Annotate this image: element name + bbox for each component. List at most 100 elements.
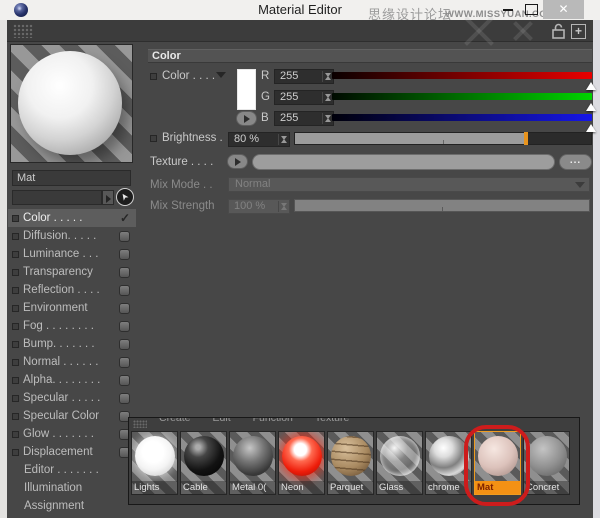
material-menu-function[interactable]: Function [253,418,293,424]
material-menu-texture[interactable]: Texture [315,418,349,424]
channel-state-button[interactable] [119,339,130,350]
slider-triangle-handle[interactable] [586,77,596,90]
spinner-icon[interactable] [278,201,288,212]
minimize-button[interactable] [498,0,518,18]
maximize-button[interactable] [521,0,541,18]
channel-state-button[interactable] [119,321,130,332]
add-icon[interactable]: + [571,24,586,39]
color-swatch[interactable] [237,69,256,110]
channel-item-illumination[interactable]: Illumination [8,479,136,497]
channel-checkbox[interactable] [12,431,19,438]
channel-label: Illumination [24,482,136,494]
brightness-value[interactable]: 80 % [228,132,290,147]
spinner-icon[interactable] [322,92,332,103]
channel-item-normal[interactable]: Normal . . . . . . [8,353,136,371]
slider-triangle-handle[interactable] [586,119,596,132]
channel-checkbox[interactable] [12,287,19,294]
rgb-value-g[interactable]: 255 [274,90,334,105]
channel-checkbox[interactable] [12,233,19,240]
channel-checkbox[interactable] [12,413,19,420]
close-button[interactable]: ✕ [543,0,584,19]
pick-cursor-button[interactable]: ➤ [116,188,134,206]
channel-state-button[interactable] [119,357,130,368]
slider-triangle-handle[interactable] [586,98,596,111]
material-tile-mat[interactable]: Mat [474,431,521,495]
preview-sphere [18,51,122,155]
channel-state-button[interactable] [119,285,130,296]
channel-state-button[interactable] [119,249,130,260]
channel-item-fog[interactable]: Fog . . . . . . . . [8,317,136,335]
channel-item-editor[interactable]: Editor . . . . . . . [8,461,136,479]
drag-grip-icon[interactable] [13,24,33,38]
channel-label: Normal . . . . . . [23,356,119,368]
channel-checkbox[interactable] [12,359,19,366]
channel-item-color[interactable]: Color . . . . .✓ [8,209,136,227]
material-tile-lights[interactable]: Lights [131,431,178,495]
spinner-icon[interactable] [322,71,332,82]
channel-checkbox[interactable] [12,305,19,312]
brightness-slider[interactable] [294,132,592,145]
slider-tick [443,140,444,144]
preview-type-combo[interactable] [12,190,102,205]
texture-browse-button[interactable]: ... [559,154,592,170]
channel-item-specular[interactable]: Specular . . . . . [8,389,136,407]
channel-checkbox[interactable] [12,269,19,276]
channel-state-button[interactable] [119,303,130,314]
brightness-checkbox[interactable] [150,135,157,142]
rgb-value-r[interactable]: 255 [274,69,334,84]
material-name-input[interactable] [12,170,131,186]
material-menu-create[interactable]: Create [159,418,191,424]
spinner-icon[interactable] [322,113,332,124]
channel-checkbox[interactable] [12,449,19,456]
channel-state-button[interactable] [119,393,130,404]
channel-state-button[interactable] [119,375,130,386]
green-gradient-slider[interactable] [332,93,592,100]
material-tile-concret[interactable]: Concret [523,431,570,495]
channel-item-environment[interactable]: Environment [8,299,136,317]
channel-item-diffusion[interactable]: Diffusion. . . . . [8,227,136,245]
material-tile-chrome[interactable]: chrome [425,431,472,495]
material-tile-metal[interactable]: Metal 0( [229,431,276,495]
channel-checkbox[interactable] [12,251,19,258]
mix-strength-value[interactable]: 100 % [228,199,290,214]
texture-arrow-button[interactable] [227,154,248,169]
material-tile-cable[interactable]: Cable [180,431,227,495]
material-tile-glass[interactable]: Glass [376,431,423,495]
channel-checkbox[interactable] [12,341,19,348]
material-editor-window: Material Editor 思缘设计论坛 WWW.MISSYUAN.COM … [0,0,600,518]
expand-arrow-button[interactable] [236,111,257,126]
material-tile-parquet[interactable]: Parquet [327,431,374,495]
channel-checkbox[interactable] [12,377,19,384]
channel-item-bump[interactable]: Bump. . . . . . . [8,335,136,353]
channel-item-transparency[interactable]: Transparency [8,263,136,281]
channel-state-button[interactable] [119,267,130,278]
combo-arrow-icon[interactable] [102,190,114,205]
channel-item-displacement[interactable]: Displacement [8,443,136,461]
channel-item-assignment[interactable]: Assignment [8,497,136,515]
material-name-label: Mat [475,481,520,494]
blue-gradient-slider[interactable] [332,114,592,121]
material-menu-edit[interactable]: Edit [213,418,231,424]
channel-item-luminance[interactable]: Luminance . . . [8,245,136,263]
channel-checkbox[interactable] [12,323,19,330]
titlebar[interactable]: Material Editor 思缘设计论坛 WWW.MISSYUAN.COM … [0,0,600,20]
material-tile-neon[interactable]: Neon [278,431,325,495]
mix-strength-slider[interactable] [294,199,590,212]
channel-item-specular-color[interactable]: Specular Color [8,407,136,425]
channel-checkbox[interactable] [12,395,19,402]
channel-item-alpha[interactable]: Alpha. . . . . . . . [8,371,136,389]
brightness-slider-handle[interactable] [524,132,528,145]
channel-state-button[interactable] [119,231,130,242]
channel-item-reflection[interactable]: Reflection . . . . [8,281,136,299]
color-dropdown-icon[interactable] [216,72,226,83]
lock-icon[interactable] [552,23,565,39]
rgb-value-b[interactable]: 255 [274,111,334,126]
channel-item-glow[interactable]: Glow . . . . . . . [8,425,136,443]
material-preview[interactable] [10,44,133,163]
spinner-icon[interactable] [278,134,288,145]
color-enable-checkbox[interactable] [150,73,157,80]
channel-checkbox[interactable] [12,215,19,222]
texture-field[interactable] [252,154,555,170]
red-gradient-slider[interactable] [332,72,592,79]
mix-mode-dropdown[interactable]: Normal [228,177,590,192]
